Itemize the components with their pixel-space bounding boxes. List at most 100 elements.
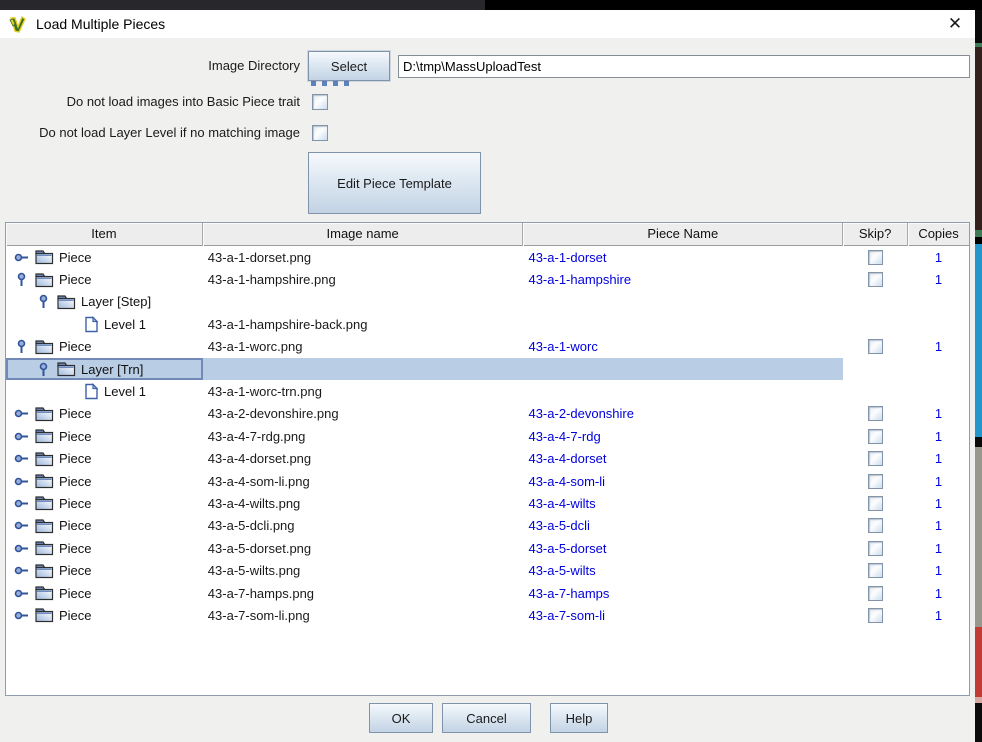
image-name-cell[interactable]: 43-a-7-som-li.png xyxy=(203,604,524,626)
cancel-button[interactable]: Cancel xyxy=(442,703,531,733)
help-button[interactable]: Help xyxy=(550,703,608,733)
piece-name-cell[interactable]: 43-a-5-wilts xyxy=(523,559,843,581)
tree-handle-collapsed-icon[interactable] xyxy=(14,541,29,556)
copies-cell[interactable]: 1 xyxy=(908,448,969,470)
image-name-cell[interactable]: 43-a-1-worc-trn.png xyxy=(203,380,524,402)
piece-name-cell[interactable]: 43-a-2-devonshire xyxy=(523,403,843,425)
piece-name-link[interactable]: 43-a-1-dorset xyxy=(528,250,606,265)
close-button[interactable]: ✕ xyxy=(940,10,970,38)
select-directory-button[interactable]: Select xyxy=(308,51,390,81)
tree-row[interactable]: Layer [Trn] xyxy=(6,358,969,380)
tree-row[interactable]: Piece43-a-7-som-li.png43-a-7-som-li1 xyxy=(6,604,969,626)
tree-handle-collapsed-icon[interactable] xyxy=(14,250,29,265)
no-basic-piece-checkbox[interactable] xyxy=(312,94,328,110)
piece-name-link[interactable]: 43-a-4-7-rdg xyxy=(528,429,600,444)
no-layer-level-checkbox[interactable] xyxy=(312,125,328,141)
item-cell[interactable]: Piece xyxy=(6,268,203,290)
copies-cell[interactable]: 1 xyxy=(908,537,969,559)
piece-name-cell[interactable]: 43-a-1-worc xyxy=(523,336,843,358)
column-header-item[interactable]: Item xyxy=(6,223,203,246)
skip-checkbox[interactable] xyxy=(868,250,883,265)
skip-checkbox[interactable] xyxy=(868,608,883,623)
tree-handle-expanded-icon[interactable] xyxy=(36,294,51,309)
tree-row[interactable]: Piece43-a-4-7-rdg.png43-a-4-7-rdg1 xyxy=(6,425,969,447)
tree-row[interactable]: Piece43-a-4-som-li.png 43-a-4-som-li 1 xyxy=(6,470,969,492)
piece-name-cell[interactable]: 43-a-5-dorset xyxy=(523,537,843,559)
skip-checkbox[interactable] xyxy=(868,518,883,533)
copies-cell[interactable]: 1 xyxy=(908,492,969,514)
tree-handle-collapsed-icon[interactable] xyxy=(14,496,29,511)
piece-name-link[interactable]: 43-a-4-dorset xyxy=(528,451,606,466)
piece-name-link[interactable]: 43-a-4-wilts xyxy=(528,496,595,511)
copies-cell[interactable] xyxy=(908,380,969,402)
piece-name-link[interactable]: 43-a-7-hamps xyxy=(528,586,609,601)
piece-name-link[interactable]: 43-a-5-dcli xyxy=(528,518,589,533)
copies-cell[interactable]: 1 xyxy=(908,336,969,358)
tree-row[interactable]: Piece43-a-7-hamps.png43-a-7-hamps1 xyxy=(6,582,969,604)
tree-row[interactable]: Piece43-a-1-dorset.png43-a-1-dorset1 xyxy=(6,246,969,268)
image-name-cell[interactable]: 43-a-5-dorset.png xyxy=(203,537,524,559)
copies-cell[interactable]: 1 xyxy=(908,470,969,492)
piece-name-cell[interactable]: 43-a-4-som-li xyxy=(523,470,843,492)
image-directory-field[interactable] xyxy=(398,55,970,78)
item-cell[interactable]: Level 1 xyxy=(6,380,203,402)
piece-name-cell[interactable] xyxy=(523,313,843,335)
copies-cell[interactable]: 1 xyxy=(908,246,969,268)
piece-name-link[interactable]: 43-a-2-devonshire xyxy=(528,406,634,421)
tree-row[interactable]: Piece43-a-2-devonshire.png43-a-2-devonsh… xyxy=(6,403,969,425)
tree-row[interactable]: Piece43-a-1-worc.png43-a-1-worc1 xyxy=(6,336,969,358)
copies-cell[interactable]: 1 xyxy=(908,559,969,581)
piece-name-cell[interactable]: 43-a-1-hampshire xyxy=(523,268,843,290)
tree-row[interactable]: Piece43-a-5-dorset.png43-a-5-dorset1 xyxy=(6,537,969,559)
item-cell[interactable]: Piece xyxy=(6,470,203,492)
copies-cell[interactable]: 1 xyxy=(908,515,969,537)
piece-name-cell[interactable] xyxy=(523,358,843,380)
skip-checkbox[interactable] xyxy=(868,541,883,556)
piece-name-link[interactable]: 43-a-1-worc xyxy=(528,339,597,354)
piece-name-link[interactable]: 43-a-4-som-li xyxy=(528,474,605,489)
item-cell[interactable]: Piece xyxy=(6,492,203,514)
tree-handle-expanded-icon[interactable] xyxy=(14,272,29,287)
tree-row[interactable]: Piece43-a-5-wilts.png43-a-5-wilts1 xyxy=(6,559,969,581)
image-name-cell[interactable]: 43-a-1-hampshire-back.png xyxy=(203,313,524,335)
image-name-cell[interactable]: 43-a-4-dorset.png xyxy=(203,448,524,470)
image-name-cell[interactable] xyxy=(203,358,524,380)
item-cell[interactable]: Level 1 xyxy=(6,313,203,335)
skip-checkbox[interactable] xyxy=(868,272,883,287)
skip-checkbox[interactable] xyxy=(868,563,883,578)
item-cell[interactable]: Piece xyxy=(6,604,203,626)
copies-cell[interactable]: 1 xyxy=(908,425,969,447)
copies-cell[interactable]: 1 xyxy=(908,582,969,604)
skip-checkbox[interactable] xyxy=(868,406,883,421)
piece-name-cell[interactable]: 43-a-1-dorset xyxy=(523,246,843,268)
column-header-copies[interactable]: Copies xyxy=(908,223,969,246)
piece-name-cell[interactable]: 43-a-4-wilts xyxy=(523,492,843,514)
image-name-cell[interactable]: 43-a-1-dorset.png xyxy=(203,246,524,268)
piece-name-cell[interactable]: 43-a-7-hamps xyxy=(523,582,843,604)
tree-row[interactable]: Level 143-a-1-hampshire-back.png xyxy=(6,313,969,335)
copies-cell[interactable]: 1 xyxy=(908,403,969,425)
item-cell[interactable]: Piece xyxy=(6,559,203,581)
tree-handle-collapsed-icon[interactable] xyxy=(14,608,29,623)
tree-handle-collapsed-icon[interactable] xyxy=(14,429,29,444)
piece-name-link[interactable]: 43-a-7-som-li xyxy=(528,608,605,623)
tree-handle-collapsed-icon[interactable] xyxy=(14,406,29,421)
copies-cell[interactable] xyxy=(908,313,969,335)
piece-name-link[interactable]: 43-a-1-hampshire xyxy=(528,272,631,287)
item-cell[interactable]: Layer [Step] xyxy=(6,291,203,313)
copies-cell[interactable] xyxy=(908,358,969,380)
piece-name-cell[interactable]: 43-a-5-dcli xyxy=(523,515,843,537)
image-name-cell[interactable]: 43-a-1-hampshire.png xyxy=(203,268,524,290)
tree-row[interactable]: Piece43-a-1-hampshire.png 43-a-1-hampshir… xyxy=(6,268,969,290)
item-cell[interactable]: Piece xyxy=(6,448,203,470)
image-name-cell[interactable]: 43-a-4-som-li.png xyxy=(203,470,524,492)
tree-handle-collapsed-icon[interactable] xyxy=(14,518,29,533)
skip-checkbox[interactable] xyxy=(868,451,883,466)
item-cell[interactable]: Piece xyxy=(6,336,203,358)
item-cell[interactable]: Piece xyxy=(6,515,203,537)
tree-handle-expanded-icon[interactable] xyxy=(36,362,51,377)
tree-row[interactable]: Piece43-a-5-dcli.png43-a-5-dcli1 xyxy=(6,515,969,537)
item-cell[interactable]: Layer [Trn] xyxy=(6,358,203,380)
column-header-image[interactable]: Image name xyxy=(203,223,524,246)
skip-checkbox[interactable] xyxy=(868,339,883,354)
